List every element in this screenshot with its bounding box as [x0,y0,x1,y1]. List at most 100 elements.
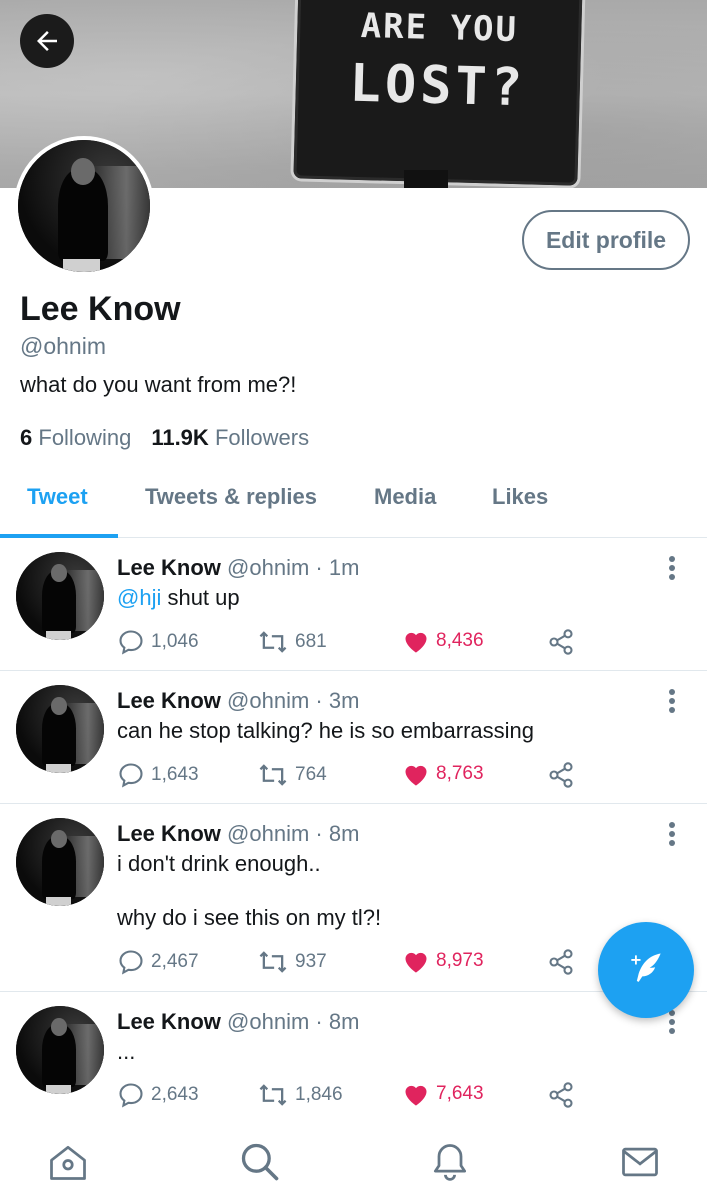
retweet-count: 764 [295,764,327,785]
like-button[interactable]: 7,643 [402,1081,484,1107]
heart-filled-icon [405,1085,427,1106]
tweet-author-name: Lee Know [117,555,221,580]
like-count: 8,436 [436,630,484,651]
tweet-item[interactable]: Lee Know @ohnim · 3m can he stop talking… [0,671,707,804]
retweet-count: 937 [295,951,327,972]
more-options-icon[interactable] [662,822,682,848]
tweet-actions: 1,046 681 8,436 [117,628,587,660]
following-label: Following [38,425,132,450]
profile-tabs: Tweet Tweets & replies Media Likes [0,468,707,538]
edit-profile-button[interactable]: Edit profile [522,210,690,270]
like-count: 7,643 [436,1083,484,1104]
tweet-avatar[interactable] [16,818,104,906]
more-options-icon[interactable] [662,689,682,715]
tweet-avatar[interactable] [16,1006,104,1094]
reply-icon [119,950,143,975]
tweet-handle-time: @ohnim · 8m [227,1009,360,1034]
tweet-item[interactable]: Lee Know @ohnim · 8m ... 2,643 1,846 7,6… [0,992,707,1122]
tab-tweets[interactable]: Tweet [27,484,88,510]
retweet-icon [259,1084,287,1106]
profile-avatar[interactable] [14,136,154,276]
retweet-button[interactable]: 681 [257,628,327,656]
tweet-handle-time: @ohnim · 3m [227,688,360,713]
reply-count: 1,046 [151,631,199,652]
retweet-button[interactable]: 1,846 [257,1081,343,1109]
tweet-header: Lee Know @ohnim · 8m [117,1009,359,1035]
tweet-actions: 1,643 764 8,763 [117,761,587,793]
retweet-icon [259,631,287,653]
avatar-photo [18,140,150,272]
compose-tweet-button[interactable] [598,922,694,1018]
messages-mail-icon [622,1147,658,1177]
profile-handle: @ohnim [20,333,106,359]
like-button[interactable]: 8,763 [402,761,484,787]
back-button[interactable] [20,14,74,68]
tweet-header: Lee Know @ohnim · 3m [117,688,359,714]
profile-bio: what do you want from me?! [20,372,297,397]
retweet-count: 1,846 [295,1084,343,1105]
heart-filled-icon [405,765,427,786]
retweet-icon [259,951,287,973]
share-icon [549,762,573,788]
followers-label: Followers [214,425,310,450]
reply-button[interactable]: 2,643 [117,1081,199,1109]
nav-messages[interactable] [610,1132,670,1192]
tweet-author-name: Lee Know [117,688,221,713]
share-button[interactable] [547,761,575,789]
tweet-text: ... [117,1039,136,1064]
share-icon [549,949,573,975]
tweet-author-name: Lee Know [117,1009,221,1034]
tweet-avatar[interactable] [16,552,104,640]
tab-media[interactable]: Media [374,484,436,510]
share-icon [549,1082,573,1108]
followers-stat[interactable]: 11.9K Followers [151,425,309,451]
tweet-header: Lee Know @ohnim · 8m [117,821,359,847]
reply-button[interactable]: 2,467 [117,948,199,976]
reply-button[interactable]: 1,643 [117,761,199,789]
more-options-icon[interactable] [662,556,682,582]
tab-likes[interactable]: Likes [492,484,548,510]
tweet-actions: 2,643 1,846 7,643 [117,1081,587,1113]
tweet-text: @hji shut up [117,584,240,611]
like-button[interactable]: 8,436 [402,628,484,654]
tweet-mention-link[interactable]: @hji [117,585,161,610]
followers-count: 11.9K [151,425,209,450]
reply-icon [119,630,143,655]
tweet-handle-time: @ohnim · 1m [227,555,360,580]
tweet-handle-time: @ohnim · 8m [227,821,360,846]
nav-notifications[interactable] [420,1132,480,1192]
like-button[interactable]: 8,973 [402,948,484,974]
reply-icon [119,1083,143,1108]
nav-home[interactable] [38,1132,98,1192]
share-icon [549,629,573,655]
following-count: 6 [20,425,33,450]
tweet-header: Lee Know @ohnim · 1m [117,555,359,581]
home-icon [50,1145,86,1180]
reply-count: 1,643 [151,764,199,785]
share-button[interactable] [547,1081,575,1109]
reply-count: 2,467 [151,951,199,972]
retweet-button[interactable]: 937 [257,948,327,976]
heart-filled-icon [405,952,427,973]
share-button[interactable] [547,628,575,656]
profile-name: Lee Know [20,290,181,328]
heart-filled-icon [405,632,427,653]
retweet-count: 681 [295,631,327,652]
retweet-icon [259,764,287,786]
tweet-text-body: shut up [161,585,240,610]
reply-count: 2,643 [151,1084,199,1105]
bottom-navigation [0,1122,707,1200]
retweet-button[interactable]: 764 [257,761,327,789]
banner-sign-post [404,170,448,188]
tweet-avatar[interactable] [16,685,104,773]
tweet-text: can he stop talking? he is so embarrassi… [117,718,535,743]
following-stat[interactable]: 6 Following [20,425,131,451]
tweet-item[interactable]: Lee Know @ohnim · 1m @hji shut up 1,046 … [0,538,707,671]
like-count: 8,763 [436,763,484,784]
nav-search[interactable] [230,1132,290,1192]
tab-tweets-and-replies[interactable]: Tweets & replies [145,484,317,510]
reply-button[interactable]: 1,046 [117,628,199,656]
compose-tweet-icon [631,953,661,982]
arrow-left-icon [37,31,57,51]
share-button[interactable] [547,948,575,976]
